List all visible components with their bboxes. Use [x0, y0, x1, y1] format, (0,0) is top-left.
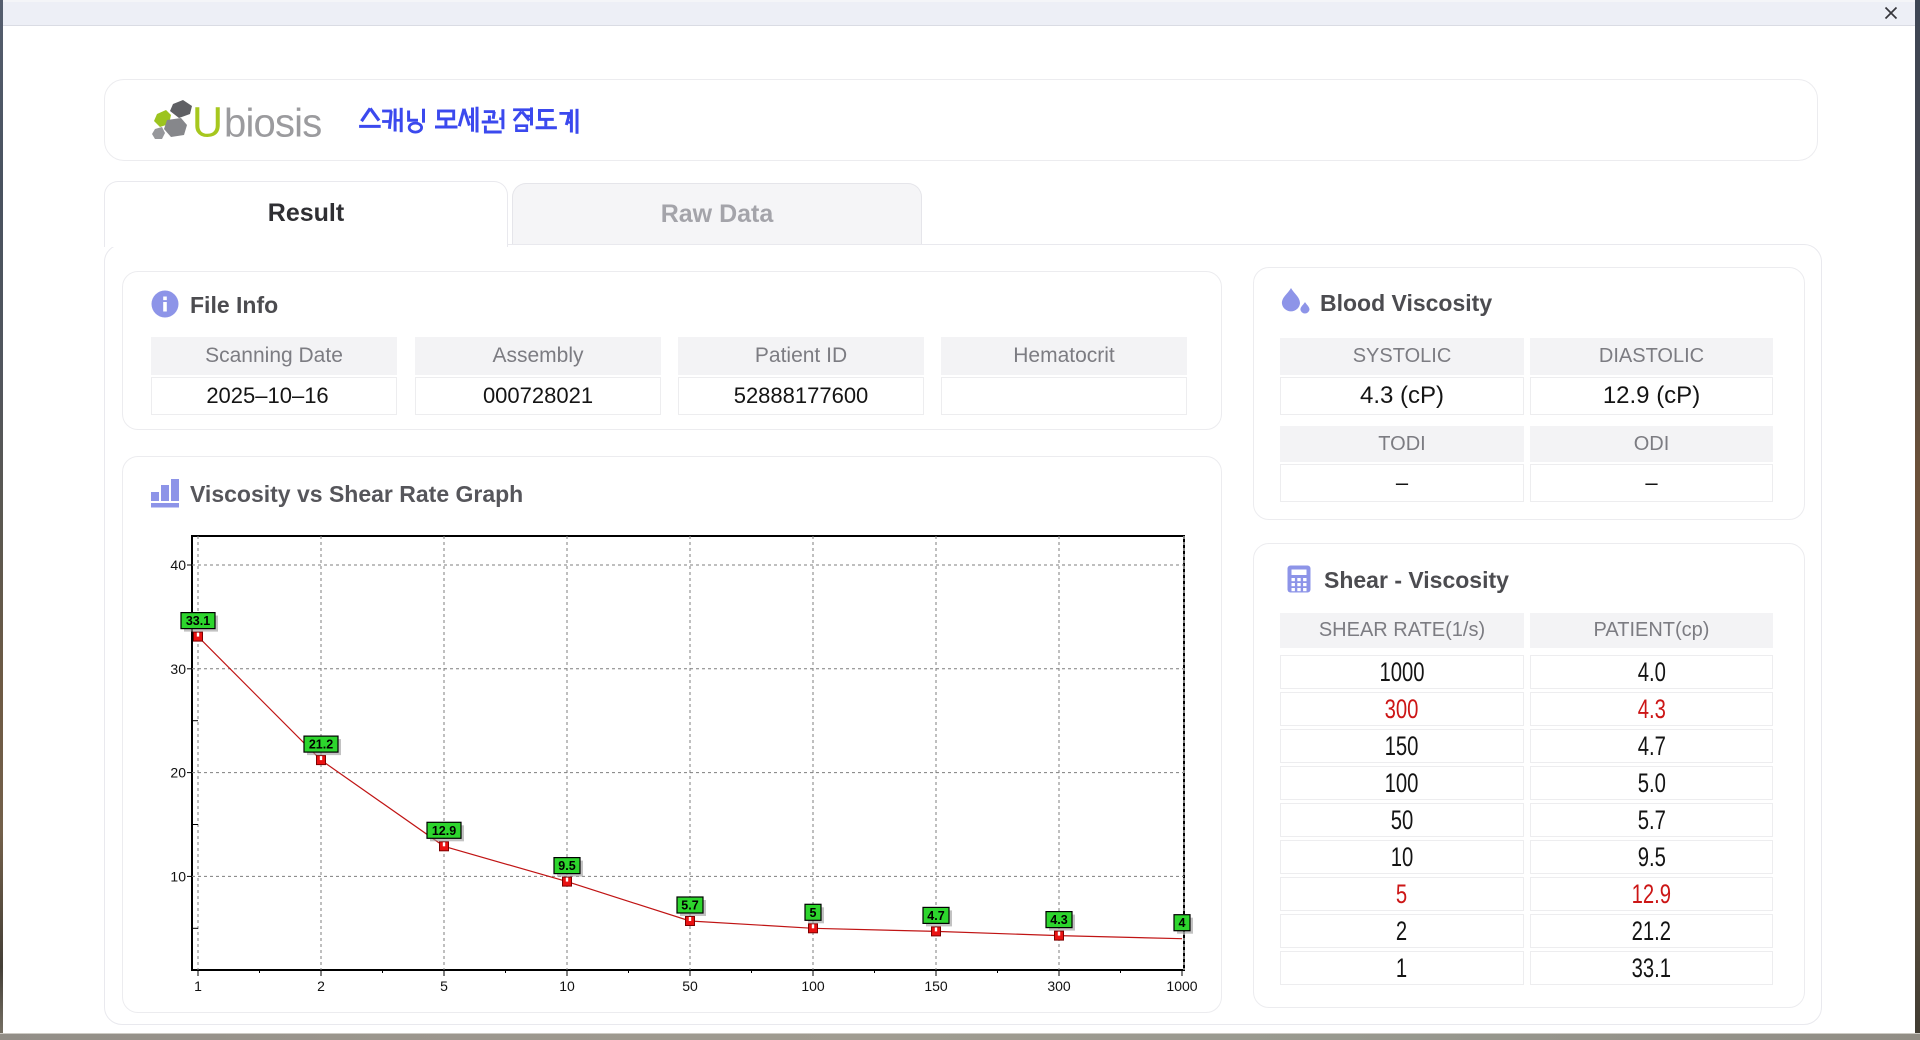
svg-text:300: 300: [1047, 978, 1071, 994]
svg-text:40: 40: [170, 557, 186, 573]
svg-text:10: 10: [170, 868, 186, 884]
svg-text:9.5: 9.5: [558, 859, 575, 873]
svg-text:biosis: biosis: [224, 102, 321, 146]
svg-text:1: 1: [194, 978, 202, 994]
svg-text:5: 5: [810, 906, 817, 920]
svg-text:30: 30: [170, 661, 186, 677]
svg-text:4.3: 4.3: [1050, 913, 1067, 927]
svg-text:33.1: 33.1: [186, 614, 210, 628]
svg-text:2: 2: [317, 978, 325, 994]
svg-text:50: 50: [682, 978, 698, 994]
svg-text:4.7: 4.7: [927, 909, 944, 923]
svg-text:5.7: 5.7: [681, 899, 698, 913]
svg-text:4: 4: [1179, 916, 1186, 930]
svg-text:12.9: 12.9: [432, 824, 456, 838]
svg-text:10: 10: [559, 978, 575, 994]
svg-text:1000: 1000: [1166, 978, 1197, 994]
svg-text:100: 100: [801, 978, 825, 994]
svg-text:5: 5: [440, 978, 448, 994]
svg-text:U: U: [192, 99, 223, 147]
svg-text:150: 150: [924, 978, 948, 994]
svg-text:21.2: 21.2: [309, 738, 333, 752]
svg-text:20: 20: [170, 765, 186, 781]
